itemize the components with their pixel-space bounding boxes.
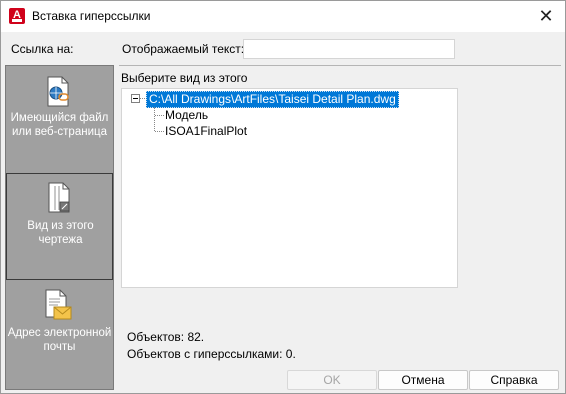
help-button[interactable]: Справка bbox=[469, 370, 559, 390]
ok-button[interactable]: OK bbox=[287, 370, 377, 390]
sidebar-item-label: Адрес электронной почты bbox=[7, 327, 112, 353]
view-select-label: Выберите вид из этого bbox=[121, 71, 248, 85]
title-bar: A Вставка гиперссылки ✕ bbox=[1, 1, 565, 32]
view-tree[interactable]: C:\All Drawings\ArtFiles\Taisei Detail P… bbox=[121, 88, 458, 288]
objects-count: Объектов: 82. bbox=[127, 330, 205, 344]
tree-item-model[interactable]: Модель bbox=[165, 108, 208, 122]
dialog-title: Вставка гиперссылки bbox=[32, 9, 151, 23]
divider bbox=[119, 65, 561, 66]
tree-root-drawing[interactable]: C:\All Drawings\ArtFiles\Taisei Detail P… bbox=[146, 91, 399, 108]
sidebar-item-drawing-view[interactable]: Вид из этого чертежа bbox=[6, 173, 113, 280]
hyperlink-dialog: A Вставка гиперссылки ✕ Ссылка на: Имеющ… bbox=[0, 0, 566, 394]
collapse-icon[interactable] bbox=[131, 94, 140, 103]
drawing-view-icon bbox=[48, 182, 70, 213]
tree-item-layout[interactable]: ISOA1FinalPlot bbox=[165, 124, 247, 138]
link-type-sidebar: Имеющийся файл или веб-страница Вид из э… bbox=[5, 65, 114, 390]
close-icon[interactable]: ✕ bbox=[533, 4, 559, 28]
sidebar-item-existing-file[interactable]: Имеющийся файл или веб-страница bbox=[6, 66, 113, 172]
display-text-label: Отображаемый текст: bbox=[122, 42, 245, 56]
cancel-button[interactable]: Отмена bbox=[378, 370, 468, 390]
sidebar-item-email[interactable]: Адрес электронной почты bbox=[6, 281, 113, 389]
link-to-label: Ссылка на: bbox=[11, 42, 74, 56]
sidebar-item-label: Вид из этого чертежа bbox=[27, 220, 94, 246]
file-web-icon bbox=[47, 76, 69, 107]
hyperlinked-count: Объектов с гиперссылками: 0. bbox=[127, 347, 296, 361]
sidebar-item-label: Имеющийся файл или веб-страница bbox=[10, 112, 109, 138]
email-icon bbox=[45, 289, 72, 320]
autocad-icon: A bbox=[9, 8, 25, 24]
display-text-input[interactable] bbox=[243, 39, 455, 59]
